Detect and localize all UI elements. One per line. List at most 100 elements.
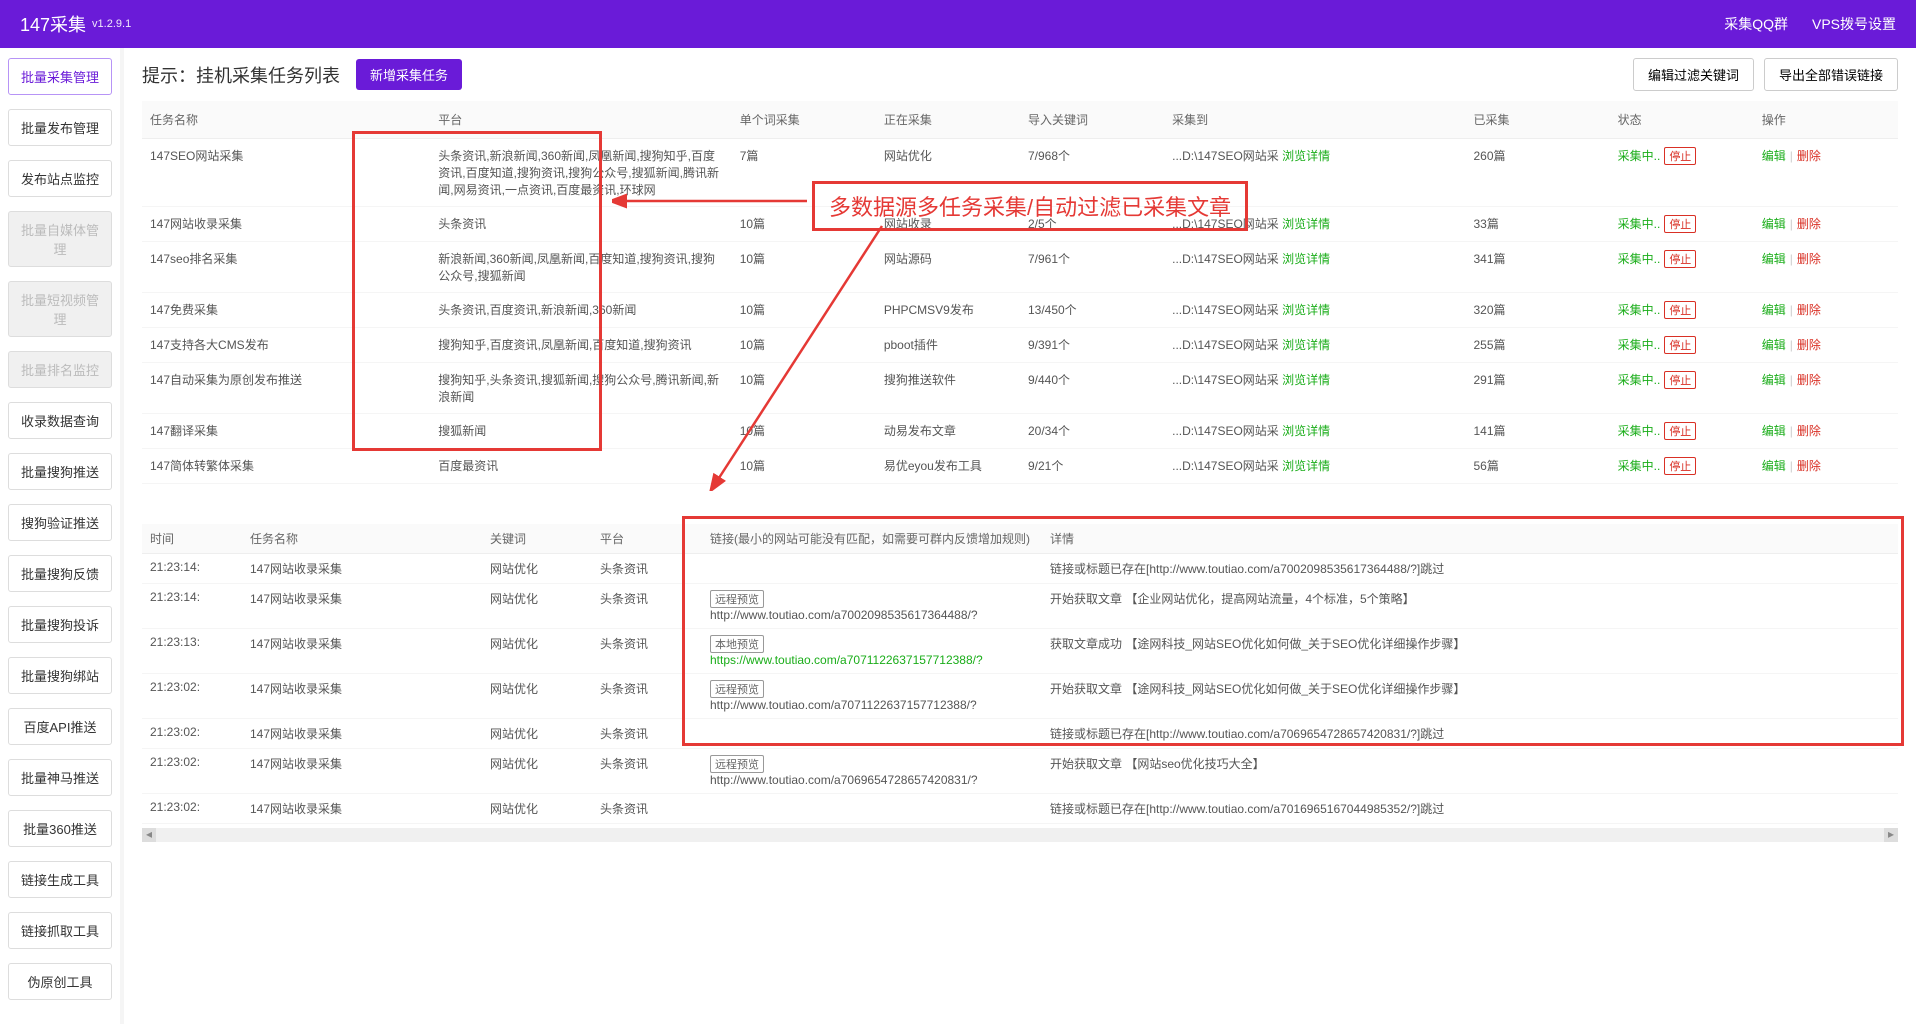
task-dest: ...D:\147SEO网站采 浏览详情 (1164, 293, 1465, 328)
edit-filter-button[interactable]: 编辑过滤关键词 (1633, 58, 1754, 91)
task-status: 采集中..停止 (1610, 328, 1754, 363)
browse-detail-link[interactable]: 浏览详情 (1279, 217, 1330, 231)
dest-path: ...D:\147SEO网站采 (1172, 149, 1279, 163)
log-plat: 头条资讯 (592, 629, 702, 674)
sidebar-item-12[interactable]: 百度API推送 (8, 708, 112, 745)
log-url[interactable]: http://www.toutiao.com/a7071122637157712… (710, 698, 977, 712)
task-dest: ...D:\147SEO网站采 浏览详情 (1164, 242, 1465, 293)
log-kw: 网站优化 (482, 749, 592, 794)
task-col-3: 正在采集 (876, 101, 1020, 139)
sidebar-item-14[interactable]: 批量360推送 (8, 810, 112, 847)
edit-link[interactable]: 编辑 (1762, 252, 1786, 266)
log-row: 21:23:02:147网站收录采集网站优化头条资讯链接或标题已存在[http:… (142, 719, 1898, 749)
stop-button[interactable]: 停止 (1664, 422, 1696, 440)
task-cell-6: 56篇 (1466, 449, 1610, 484)
edit-link[interactable]: 编辑 (1762, 373, 1786, 387)
delete-link[interactable]: 删除 (1797, 424, 1821, 438)
edit-link[interactable]: 编辑 (1762, 217, 1786, 231)
header-link-qq[interactable]: 采集QQ群 (1724, 14, 1788, 34)
horizontal-scrollbar[interactable]: ◂ ▸ (142, 828, 1898, 842)
dest-path: ...D:\147SEO网站采 (1172, 252, 1279, 266)
log-link: 远程预览http://www.toutiao.com/a707112263715… (702, 674, 1042, 719)
browse-detail-link[interactable]: 浏览详情 (1279, 303, 1330, 317)
dest-path: ...D:\147SEO网站采 (1172, 303, 1279, 317)
sidebar-item-0[interactable]: 批量采集管理 (8, 58, 112, 95)
browse-detail-link[interactable]: 浏览详情 (1279, 424, 1330, 438)
stop-button[interactable]: 停止 (1664, 336, 1696, 354)
edit-link[interactable]: 编辑 (1762, 338, 1786, 352)
sidebar-item-8[interactable]: 搜狗验证推送 (8, 504, 112, 541)
sidebar-item-10[interactable]: 批量搜狗投诉 (8, 606, 112, 643)
delete-link[interactable]: 删除 (1797, 373, 1821, 387)
edit-link[interactable]: 编辑 (1762, 459, 1786, 473)
edit-link[interactable]: 编辑 (1762, 303, 1786, 317)
preview-badge[interactable]: 本地预览 (710, 635, 764, 653)
browse-detail-link[interactable]: 浏览详情 (1279, 252, 1330, 266)
task-cell-3: 动易发布文章 (876, 414, 1020, 449)
scroll-left-icon[interactable]: ◂ (142, 828, 156, 842)
log-task: 147网站收录采集 (242, 674, 482, 719)
export-errors-button[interactable]: 导出全部错误链接 (1764, 58, 1898, 91)
dest-path: ...D:\147SEO网站采 (1172, 459, 1279, 473)
sidebar-item-13[interactable]: 批量神马推送 (8, 759, 112, 796)
task-cell-0: 147翻译采集 (142, 414, 430, 449)
log-task: 147网站收录采集 (242, 794, 482, 824)
log-url[interactable]: https://www.toutiao.com/a707112263715771… (710, 653, 983, 667)
stop-button[interactable]: 停止 (1664, 457, 1696, 475)
delete-link[interactable]: 删除 (1797, 338, 1821, 352)
preview-badge[interactable]: 远程预览 (710, 680, 764, 698)
preview-badge[interactable]: 远程预览 (710, 755, 764, 773)
browse-detail-link[interactable]: 浏览详情 (1279, 459, 1330, 473)
log-detail: 链接或标题已存在[http://www.toutiao.com/a7016965… (1042, 794, 1898, 824)
sidebar-item-9[interactable]: 批量搜狗反馈 (8, 555, 112, 592)
task-cell-6: 141篇 (1466, 414, 1610, 449)
log-row: 21:23:02:147网站收录采集网站优化头条资讯远程预览http://www… (142, 674, 1898, 719)
task-cell-1: 搜狗知乎,头条资讯,搜狐新闻,搜狗公众号,腾讯新闻,新浪新闻 (430, 363, 731, 414)
task-cell-3: 网站优化 (876, 139, 1020, 207)
sidebar-item-11[interactable]: 批量搜狗绑站 (8, 657, 112, 694)
sidebar-item-2[interactable]: 发布站点监控 (8, 160, 112, 197)
task-dest: ...D:\147SEO网站采 浏览详情 (1164, 139, 1465, 207)
sidebar-item-17[interactable]: 伪原创工具 (8, 963, 112, 1000)
stop-button[interactable]: 停止 (1664, 301, 1696, 319)
header-link-vps[interactable]: VPS拨号设置 (1812, 14, 1896, 34)
sidebar-item-7[interactable]: 批量搜狗推送 (8, 453, 112, 490)
browse-detail-link[interactable]: 浏览详情 (1279, 338, 1330, 352)
task-cell-2: 7篇 (732, 139, 876, 207)
delete-link[interactable]: 删除 (1797, 252, 1821, 266)
task-cell-4: 9/391个 (1020, 328, 1164, 363)
log-url[interactable]: http://www.toutiao.com/a7069654728657420… (710, 773, 978, 787)
log-col-2: 关键词 (482, 524, 592, 554)
task-row: 147seo排名采集新浪新闻,360新闻,凤凰新闻,百度知道,搜狗资讯,搜狗公众… (142, 242, 1898, 293)
stop-button[interactable]: 停止 (1664, 215, 1696, 233)
edit-link[interactable]: 编辑 (1762, 149, 1786, 163)
delete-link[interactable]: 删除 (1797, 459, 1821, 473)
task-row: 147免费采集头条资讯,百度资讯,新浪新闻,360新闻10篇PHPCMSV9发布… (142, 293, 1898, 328)
preview-badge[interactable]: 远程预览 (710, 590, 764, 608)
task-cell-4: 2/5个 (1020, 207, 1164, 242)
task-status: 采集中..停止 (1610, 139, 1754, 207)
new-task-button[interactable]: 新增采集任务 (356, 59, 462, 90)
edit-link[interactable]: 编辑 (1762, 424, 1786, 438)
sidebar-item-15[interactable]: 链接生成工具 (8, 861, 112, 898)
task-row: 147翻译采集搜狐新闻10篇动易发布文章20/34个...D:\147SEO网站… (142, 414, 1898, 449)
status-text: 采集中.. (1618, 303, 1661, 317)
stop-button[interactable]: 停止 (1664, 250, 1696, 268)
log-url[interactable]: http://www.toutiao.com/a7002098535617364… (710, 608, 978, 622)
sidebar-item-6[interactable]: 收录数据查询 (8, 402, 112, 439)
log-task: 147网站收录采集 (242, 584, 482, 629)
stop-button[interactable]: 停止 (1664, 147, 1696, 165)
sidebar-item-1[interactable]: 批量发布管理 (8, 109, 112, 146)
task-cell-6: 291篇 (1466, 363, 1610, 414)
delete-link[interactable]: 删除 (1797, 217, 1821, 231)
task-cell-3: PHPCMSV9发布 (876, 293, 1020, 328)
browse-detail-link[interactable]: 浏览详情 (1279, 149, 1330, 163)
delete-link[interactable]: 删除 (1797, 303, 1821, 317)
delete-link[interactable]: 删除 (1797, 149, 1821, 163)
stop-button[interactable]: 停止 (1664, 371, 1696, 389)
log-task: 147网站收录采集 (242, 629, 482, 674)
task-status: 采集中..停止 (1610, 207, 1754, 242)
scroll-right-icon[interactable]: ▸ (1884, 828, 1898, 842)
sidebar-item-16[interactable]: 链接抓取工具 (8, 912, 112, 949)
browse-detail-link[interactable]: 浏览详情 (1279, 373, 1330, 387)
